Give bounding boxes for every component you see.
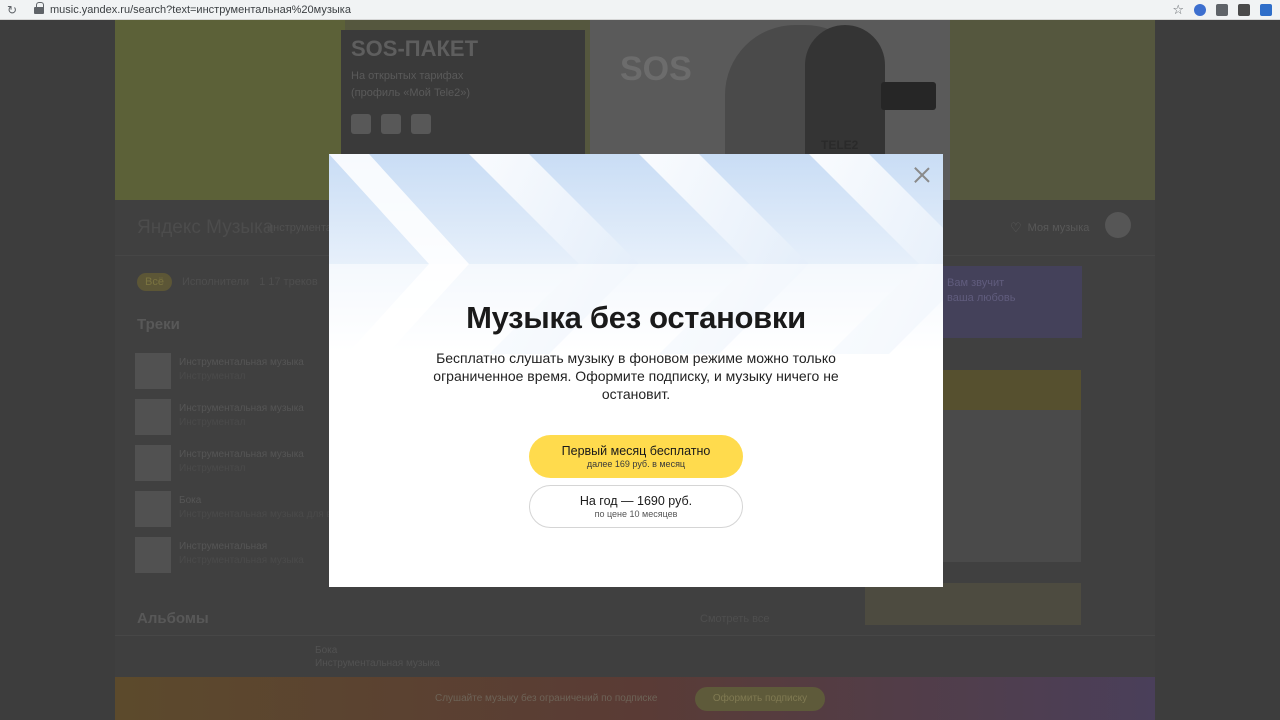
track-artist: Инструментал [179,417,246,428]
track-cover [135,399,171,435]
extension-icon[interactable] [1238,4,1250,16]
yandex-music-logo[interactable]: Яндекс Музыка [137,217,273,239]
albums-heading: Альбомы [137,610,209,627]
track-list: Инструментальная музыка Инструментал Инс… [135,353,345,583]
camera-icon [881,82,936,110]
player-track-info[interactable]: Бока Инструментальная музыка [315,644,440,670]
yearly-plan-label: На год — 1690 руб. [579,494,693,508]
track-title: Инструментальная [179,541,268,552]
my-music-label: Моя музыка [1027,222,1090,234]
address-bar[interactable]: music.yandex.ru/search?text=инструментал… [50,4,351,16]
filter-all[interactable]: Всё [137,273,172,291]
ad-title: SOS-ПАКЕТ [351,36,479,61]
search-filters: Всё Исполнители 1 17 треков [137,273,318,291]
app-icon [381,114,401,134]
track-artist: Инструментал [179,371,246,382]
list-item[interactable]: Инструментальная музыка Инструментал [135,399,345,445]
ad-banner-left [115,20,345,200]
ad-text-box: SOS-ПАКЕТ На открытых тарифах (профиль «… [341,30,585,160]
list-item[interactable]: Инструментальная Инструментальная музыка [135,537,345,583]
track-artist: Инструментальная музыка [179,555,304,566]
track-cover [135,353,171,389]
extension-icon[interactable] [1194,4,1206,16]
track-title: Инструментальная музыка [179,403,304,414]
bookmark-star-icon[interactable]: ☆ [1172,2,1184,18]
modal-title: Музыка без остановки [466,300,806,335]
subscribe-button[interactable]: Оформить подписку [695,687,825,711]
app-icon [411,114,431,134]
free-month-label: Первый месяц бесплатно [561,444,711,458]
track-cover [135,445,171,481]
list-item[interactable]: Инструментальная музыка Инструментал [135,445,345,491]
avatar[interactable] [1105,212,1131,238]
yearly-plan-button[interactable]: На год — 1690 руб. по цене 10 месяцев [529,485,743,528]
yearly-plan-sublabel: по цене 10 месяцев [594,509,678,519]
ad-subtitle: На открытых тарифах (профиль «Мой Tele2»… [351,70,471,99]
ad-app-icons [351,114,431,134]
player-bar: Бока Инструментальная музыка [115,635,1155,677]
track-title: Инструментальная музыка [179,357,304,368]
free-month-sublabel: далее 169 руб. в месяц [586,459,686,469]
filter-tracks[interactable]: 1 17 треков [259,276,318,288]
translate-extension-icon[interactable] [1260,4,1272,16]
ad-brand: TELE2 [821,138,859,152]
browser-toolbar: ↻ music.yandex.ru/search?text=инструмент… [0,0,1280,20]
see-all-link[interactable]: Смотреть все [700,613,769,625]
side-ad-secondary[interactable] [865,583,1081,625]
ad-bubble: SOS [620,50,692,88]
subscription-modal: Музыка без остановки Бесплатно слушать м… [329,154,943,587]
filter-artists[interactable]: Исполнители [182,276,249,288]
subscription-bar: Слушайте музыку без ограничений по подпи… [115,677,1155,720]
side-promo-card[interactable]: Вам звучит ваша любовь [937,266,1082,338]
whatsapp-icon [351,114,371,134]
reload-icon[interactable]: ↻ [4,3,20,17]
list-item[interactable]: Бока Инструментальная музыка для вас [135,491,345,537]
track-cover [135,491,171,527]
tracks-heading: Треки [137,316,180,333]
close-icon[interactable] [911,164,933,186]
track-title: Инструментальная музыка [179,449,304,460]
track-title: Бока [179,495,202,506]
track-artist: Инструментал [179,463,246,474]
my-music-link[interactable]: ♡ Моя музыка [1010,220,1089,236]
lock-icon [34,2,44,14]
track-cover [135,537,171,573]
free-month-button[interactable]: Первый месяц бесплатно далее 169 руб. в … [529,435,743,478]
side-promo-text: Вам звучит ваша любовь [947,277,1016,304]
browser-actions: ☆ [1172,1,1272,19]
heart-icon: ♡ [1010,220,1022,235]
list-item[interactable]: Инструментальная музыка Инструментал [135,353,345,399]
subscription-text: Слушайте музыку без ограничений по подпи… [435,693,658,704]
extension-icon[interactable] [1216,4,1228,16]
track-artist: Инструментальная музыка для вас [179,509,343,520]
modal-description: Бесплатно слушать музыку в фоновом режим… [433,350,839,402]
